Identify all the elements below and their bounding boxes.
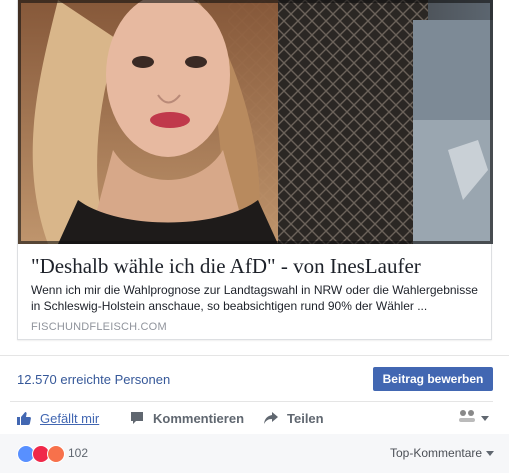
link-domain: FISCHUNDFLEISCH.COM [31,321,167,333]
share-arrow-icon [263,410,281,426]
link-description: Wenn ich mir die Wahlprognose zur Landta… [31,283,478,313]
boost-post-button[interactable]: Beitrag bewerben [373,367,493,391]
chevron-down-icon [481,416,489,421]
thumbs-up-icon [16,410,34,426]
link-preview-image[interactable] [18,0,493,244]
link-title[interactable]: "Deshalb wähle ich die AfD" - von InesLa… [31,254,486,278]
comment-sort-label: Top-Kommentare [390,446,483,460]
post-actions: Gefällt mir Kommentieren Teilen [10,401,493,435]
link-preview-card[interactable]: "Deshalb wähle ich die AfD" - von InesLa… [17,0,493,340]
comment-sort-dropdown[interactable]: Top-Kommentare [390,446,495,460]
like-label: Gefällt mir [40,410,100,426]
reactions-bar: 102 Top-Kommentare [0,434,509,473]
reaction-icons[interactable] [17,445,65,463]
insights-bar: 12.570 erreichte Personen Beitrag bewerb… [0,355,509,401]
portrait-photo [18,0,493,244]
comment-button[interactable]: Kommentieren [129,410,244,426]
comment-label: Kommentieren [153,410,245,426]
share-label: Teilen [287,410,324,426]
angry-icon [47,445,65,463]
post-as-selector[interactable] [457,408,489,429]
speech-bubble-icon [129,410,147,426]
reach-count[interactable]: 12.570 erreichte Personen [17,372,170,387]
reaction-count[interactable]: 102 [68,446,88,460]
like-button[interactable]: Gefällt mir [16,410,99,426]
share-button[interactable]: Teilen [263,410,324,426]
facebook-post: "Deshalb wähle ich die AfD" - von InesLa… [0,0,509,473]
chevron-down-icon [486,450,495,456]
page-avatar-icon [457,408,477,429]
